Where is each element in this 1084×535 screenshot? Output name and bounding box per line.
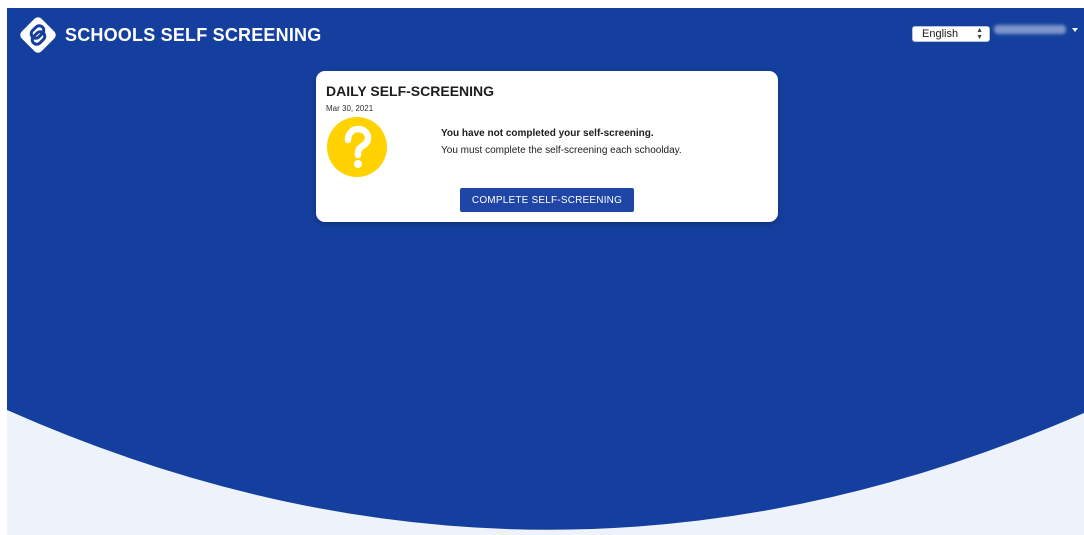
top-navigation-bar: SCHOOLS SELF SCREENING English ▲ ▼ [7,8,1084,64]
card-title: DAILY SELF-SCREENING [326,83,495,99]
complete-self-screening-button[interactable]: COMPLETE SELF-SCREENING [460,188,634,212]
app-frame: SCHOOLS SELF SCREENING English ▲ ▼ DAILY … [7,8,1084,535]
user-menu-toggle[interactable] [994,25,1078,34]
daily-self-screening-card: DAILY SELF-SCREENING Mar 30, 2021 You ha… [316,71,778,222]
brand-link[interactable]: SCHOOLS SELF SCREENING [17,14,321,56]
diamond-link-logo-icon [20,17,56,53]
select-arrows-icon: ▲ ▼ [976,27,983,41]
language-select[interactable]: English ▲ ▼ [912,26,990,42]
card-date: Mar 30, 2021 [326,104,374,113]
question-mark-icon [327,117,387,177]
status-heading: You have not completed your self-screeni… [441,128,654,139]
brand-title: SCHOOLS SELF SCREENING [65,24,322,45]
user-name-blurred [994,25,1066,34]
language-selected-value: English [922,28,959,40]
status-body: You must complete the self-screening eac… [441,145,682,156]
caret-down-icon [1072,27,1078,32]
